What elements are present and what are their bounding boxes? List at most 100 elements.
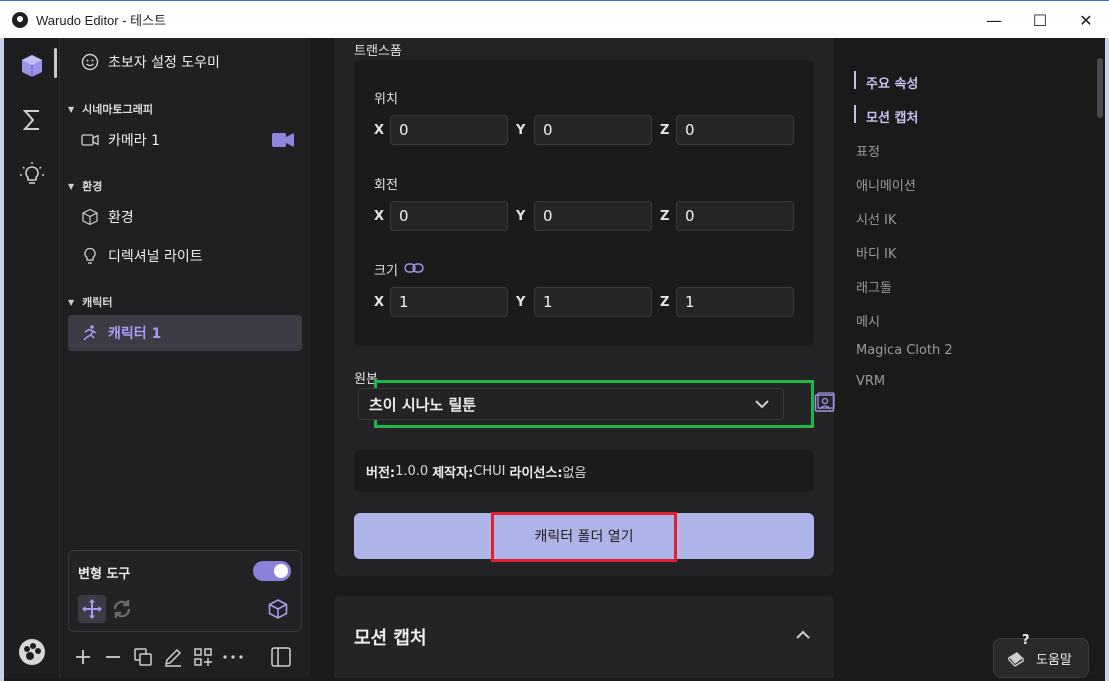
transform-tool-label: 변형 도구 [78,567,131,582]
window-controls: — ☐ ✕ [971,1,1109,39]
rail-active-indicator [54,48,57,78]
toc-item-expression[interactable]: 표정 [856,141,880,160]
grid-plus-icon [194,648,212,666]
toc-active-bar [854,105,856,123]
toc-item-mesh[interactable]: 메시 [856,311,880,330]
local-space-button[interactable] [264,595,292,623]
rotation-z-label: Z [660,209,670,224]
sidebar-panel-icon [271,647,291,667]
license-value: 없음 [562,465,587,481]
rail-warudo-button[interactable] [12,632,52,672]
position-label: 위치 [374,92,398,107]
chevron-up-icon[interactable] [794,626,812,644]
more-dots-icon [223,655,243,659]
transform-tool-panel: 변형 도구 [68,550,302,632]
sidebar-section-cinematography[interactable]: ▼ 시네마토그래피 [68,101,153,117]
transform-tool-toggle[interactable] [253,561,291,581]
minus-icon [106,656,120,658]
more-button[interactable] [218,642,248,672]
warudo-app-icon [12,11,28,28]
rename-button[interactable] [158,642,188,672]
cube-outline-icon [268,599,288,619]
remove-button[interactable] [98,642,128,672]
lightbulb-outline-icon [80,247,100,265]
author-key: 제작자: [432,465,474,481]
add-button[interactable] [68,642,98,672]
sidebar-item-label: 디렉셔널 라이트 [108,249,203,265]
motion-capture-title: 모션 캡처 [354,628,427,649]
close-button[interactable]: ✕ [1063,1,1109,39]
section-navigator: 주요 속성 모션 캡처 표정 애니메이션 시선 IK 바디 IK 래그돌 메시 … [844,38,1084,678]
sidebar-section-character[interactable]: ▼ 캐릭터 [68,294,113,310]
source-dropdown[interactable]: 츠이 시나노 릴툰 [358,388,784,420]
scrollbar-thumb[interactable] [1097,58,1103,118]
help-question-badge: ? [1022,633,1030,648]
active-camera-icon [272,133,294,147]
title-bar: Warudo Editor - 테스트 — ☐ ✕ [0,0,1109,38]
toc-item-body-ik[interactable]: 바디 IK [856,243,896,262]
scale-label: 크기 [374,264,398,279]
toc-item-magica-cloth[interactable]: Magica Cloth 2 [856,343,953,358]
toc-item-look-ik[interactable]: 시선 IK [856,209,896,228]
rail-blueprint-button[interactable] [12,100,52,140]
link-icon[interactable] [404,262,424,274]
sidebar-item-label: 환경 [108,210,134,226]
rotation-z-input[interactable]: 0 [676,201,794,231]
section-label: 시네마토그래피 [82,103,153,116]
toc-item-ragdoll[interactable]: 래그돌 [856,277,892,296]
rotation-x-label: X [374,209,385,224]
sidebar-section-environment[interactable]: ▼ 환경 [68,178,102,194]
scale-x-input[interactable]: 1 [390,287,508,317]
sidebar-item-environment[interactable]: 환경 [68,199,302,235]
rail-tips-button[interactable] [12,154,52,194]
move-arrows-icon [82,599,102,619]
chevron-down-icon: ▼ [68,104,75,114]
pencil-icon [164,648,182,667]
character-info-box: 버전: 1.0.0 제작자: CHUI 라이선스: 없음 [354,450,814,492]
lightbulb-icon [20,162,44,184]
sidebar-item-directional-light[interactable]: 디렉셔널 라이트 [68,238,302,274]
sidebar-item-camera-1[interactable]: 카메라 1 [68,122,302,158]
scale-y-label: Y [516,295,526,310]
version-value: 1.0.0 [395,463,429,479]
toc-item-animation[interactable]: 애니메이션 [856,175,916,194]
rotate-tool-button[interactable] [108,595,136,623]
help-label: 도움말 [1036,652,1072,668]
scale-z-input[interactable]: 1 [676,287,794,317]
running-person-icon [80,324,100,342]
scale-y-input[interactable]: 1 [534,287,652,317]
duplicate-icon [134,648,152,666]
section-label: 환경 [82,180,103,193]
rotation-y-label: Y [516,209,526,224]
rotation-x-input[interactable]: 0 [390,201,508,231]
minimize-button[interactable]: — [971,1,1017,39]
toc-item-main-properties[interactable]: 주요 속성 [866,73,918,92]
position-y-label: Y [516,123,526,138]
add-multiple-button[interactable] [188,642,218,672]
smiley-icon [80,53,100,71]
position-y-input[interactable]: 0 [534,115,652,145]
character-image-icon[interactable] [814,392,836,414]
help-button[interactable]: ? 도움말 [993,633,1089,678]
toggle-panel-button[interactable] [266,642,296,672]
position-x-input[interactable]: 0 [390,115,508,145]
transform-box: 위치 X 0 Y 0 Z 0 회전 X 0 Y 0 Z 0 크기 X 1 Y 1… [354,60,814,346]
section-label: 캐릭터 [82,296,113,309]
position-z-input[interactable]: 0 [676,115,794,145]
maximize-button[interactable]: ☐ [1017,1,1063,39]
icon-rail [4,38,60,678]
sidebar-item-character-1[interactable]: 캐릭터 1 [68,315,302,351]
duplicate-button[interactable] [128,642,158,672]
sidebar-item-label: 캐릭터 1 [108,326,162,342]
sidebar-item-label: 카메라 1 [108,133,160,149]
sidebar-item-setup-wizard[interactable]: 초보자 설정 도우미 [68,44,302,80]
cube-outline-icon [80,208,100,226]
warudo-logo-icon [19,639,45,665]
motion-capture-card[interactable]: 모션 캡처 [334,596,834,678]
rail-scene-button[interactable] [12,46,52,86]
move-tool-button[interactable] [78,595,106,623]
toc-item-vrm[interactable]: VRM [856,374,885,389]
toc-item-motion-capture[interactable]: 모션 캡처 [866,107,918,126]
rotate-icon [113,600,131,618]
rotation-y-input[interactable]: 0 [534,201,652,231]
